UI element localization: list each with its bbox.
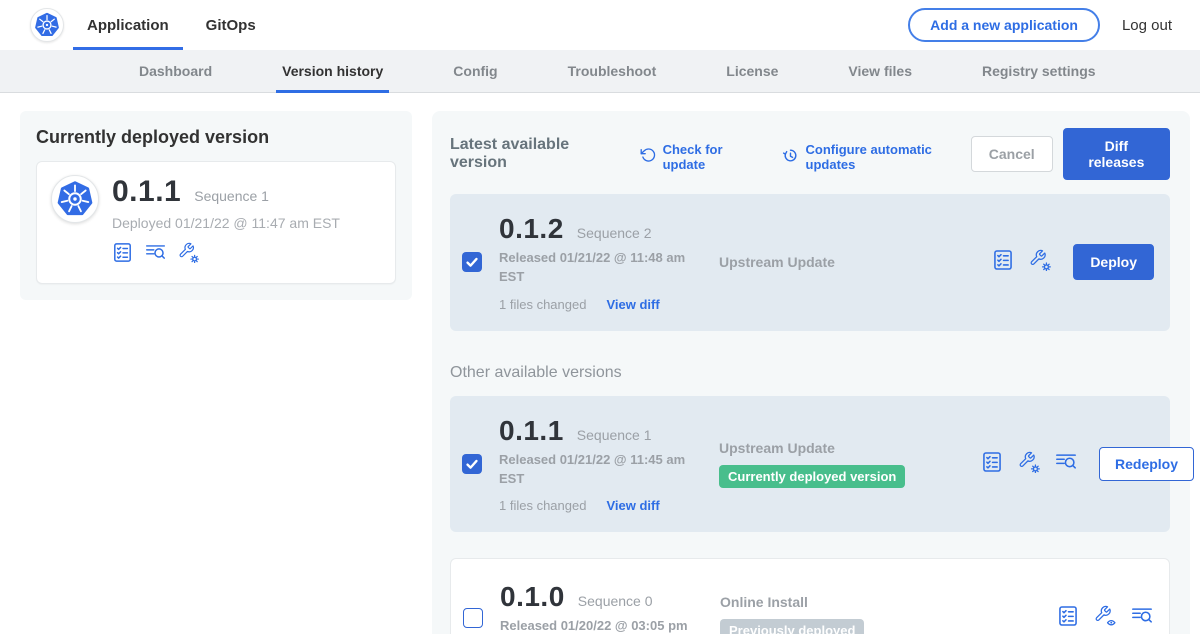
released-timestamp: Released 01/21/22 @ 11:48 am EST bbox=[499, 249, 695, 287]
sequence-label: Sequence 1 bbox=[577, 427, 652, 443]
checkmark-icon bbox=[463, 455, 481, 473]
latest-version-header: Latest available version Check for updat… bbox=[450, 128, 1170, 180]
released-timestamp: Released 01/21/22 @ 11:45 am EST bbox=[499, 451, 695, 489]
subnav-tab-config[interactable]: Config bbox=[447, 50, 503, 92]
edit-config-icon[interactable] bbox=[1029, 249, 1051, 276]
kubernetes-logo-icon bbox=[56, 180, 94, 218]
check-for-update-link[interactable]: Check for update bbox=[640, 142, 760, 172]
version-info: 0.1.2 Sequence 2 Released 01/21/22 @ 11:… bbox=[499, 213, 707, 312]
version-number: 0.1.0 bbox=[500, 581, 565, 613]
deployed-timestamp: Deployed 01/21/22 @ 11:47 am EST bbox=[112, 215, 340, 231]
previously-deployed-badge: Previously deployed bbox=[720, 619, 864, 634]
source-label: Upstream Update bbox=[719, 254, 981, 270]
version-row: 0.1.2 Sequence 2 Released 01/21/22 @ 11:… bbox=[450, 194, 1170, 331]
app-logo-avatar bbox=[30, 8, 64, 42]
view-diff-link[interactable]: View diff bbox=[606, 498, 659, 513]
app-subnav: Dashboard Version history Config Trouble… bbox=[0, 50, 1200, 93]
version-actions bbox=[1057, 605, 1153, 632]
sequence-label: Sequence 2 bbox=[577, 225, 652, 241]
currently-deployed-badge: Currently deployed version bbox=[719, 465, 905, 488]
deployed-sequence-label: Sequence 1 bbox=[194, 188, 269, 204]
deployed-version-number: 0.1.1 bbox=[112, 175, 181, 209]
version-logo-avatar bbox=[51, 175, 99, 223]
subnav-tab-dashboard[interactable]: Dashboard bbox=[133, 50, 218, 92]
diff-releases-button[interactable]: Diff releases bbox=[1063, 128, 1170, 180]
view-logs-icon[interactable] bbox=[145, 242, 166, 268]
currently-deployed-card: 0.1.1 Sequence 1 Deployed 01/21/22 @ 11:… bbox=[36, 161, 396, 284]
version-info: 0.1.0 Sequence 0 Released 01/20/22 @ 03:… bbox=[500, 581, 708, 634]
version-checkbox[interactable] bbox=[463, 608, 483, 628]
currently-deployed-panel: Currently deployed version 0.1.1 Sequenc… bbox=[20, 111, 412, 300]
add-new-application-button[interactable]: Add a new application bbox=[908, 8, 1100, 42]
kubernetes-logo-icon bbox=[34, 12, 60, 38]
latest-version-title: Latest available version bbox=[450, 136, 618, 172]
configure-automatic-updates-link[interactable]: Configure automatic updates bbox=[782, 142, 971, 172]
version-number: 0.1.2 bbox=[499, 213, 564, 245]
currently-deployed-title: Currently deployed version bbox=[36, 127, 396, 148]
version-actions: Deploy bbox=[992, 244, 1154, 280]
kots-admin-console: Application GitOps Add a new application… bbox=[0, 0, 1200, 634]
auto-updates-clock-icon bbox=[782, 147, 799, 167]
subnav-tab-registry-settings[interactable]: Registry settings bbox=[976, 50, 1102, 92]
view-logs-icon[interactable] bbox=[1055, 451, 1077, 478]
view-logs-icon[interactable] bbox=[1131, 605, 1153, 632]
version-checkbox[interactable] bbox=[462, 252, 482, 272]
subnav-tab-license[interactable]: License bbox=[720, 50, 784, 92]
preflight-checks-icon[interactable] bbox=[992, 249, 1014, 276]
check-for-update-icon bbox=[640, 147, 656, 166]
source-label: Upstream Update bbox=[719, 440, 981, 456]
redeploy-button[interactable]: Redeploy bbox=[1099, 447, 1194, 481]
deploy-button[interactable]: Deploy bbox=[1073, 244, 1154, 280]
subnav-tab-version-history[interactable]: Version history bbox=[276, 50, 389, 92]
view-diff-link[interactable]: View diff bbox=[606, 297, 659, 312]
preflight-checks-icon[interactable] bbox=[981, 451, 1003, 478]
top-tab-application[interactable]: Application bbox=[73, 0, 183, 50]
preflight-checks-icon[interactable] bbox=[112, 242, 133, 268]
subnav-tab-troubleshoot[interactable]: Troubleshoot bbox=[562, 50, 663, 92]
currently-deployed-details: 0.1.1 Sequence 1 Deployed 01/21/22 @ 11:… bbox=[112, 175, 340, 268]
source-label: Online Install bbox=[720, 594, 982, 610]
other-versions-title: Other available versions bbox=[450, 364, 1170, 382]
version-info: 0.1.1 Sequence 1 Released 01/21/22 @ 11:… bbox=[499, 415, 707, 514]
version-source: Upstream Update Currently deployed versi… bbox=[719, 440, 981, 488]
released-timestamp: Released 01/20/22 @ 03:05 pm EST bbox=[500, 617, 696, 634]
checkmark-icon bbox=[463, 253, 481, 271]
version-source: Upstream Update bbox=[719, 254, 981, 270]
version-checkbox[interactable] bbox=[462, 454, 482, 474]
topnav-right: Add a new application Log out bbox=[908, 0, 1172, 50]
view-config-icon[interactable] bbox=[1094, 605, 1116, 632]
files-changed-label: 1 files changed bbox=[499, 498, 586, 513]
sequence-label: Sequence 0 bbox=[578, 593, 653, 609]
subnav-tab-view-files[interactable]: View files bbox=[842, 50, 918, 92]
version-source: Online Install Previously deployed bbox=[720, 594, 982, 634]
logout-link[interactable]: Log out bbox=[1122, 17, 1172, 34]
edit-config-icon[interactable] bbox=[1018, 451, 1040, 478]
version-row: 0.1.1 Sequence 1 Released 01/21/22 @ 11:… bbox=[450, 396, 1170, 533]
version-row: 0.1.0 Sequence 0 Released 01/20/22 @ 03:… bbox=[450, 558, 1170, 634]
files-changed-label: 1 files changed bbox=[499, 297, 586, 312]
top-tab-gitops[interactable]: GitOps bbox=[192, 0, 270, 50]
version-number: 0.1.1 bbox=[499, 415, 564, 447]
top-navbar: Application GitOps Add a new application… bbox=[0, 0, 1200, 50]
version-actions: Redeploy bbox=[981, 447, 1194, 481]
preflight-checks-icon[interactable] bbox=[1057, 605, 1079, 632]
cancel-button[interactable]: Cancel bbox=[971, 136, 1053, 172]
version-history-panel: Latest available version Check for updat… bbox=[432, 111, 1190, 634]
edit-config-icon[interactable] bbox=[178, 242, 199, 268]
top-tabs: Application GitOps bbox=[73, 0, 270, 50]
deployed-version-actions bbox=[112, 242, 340, 268]
